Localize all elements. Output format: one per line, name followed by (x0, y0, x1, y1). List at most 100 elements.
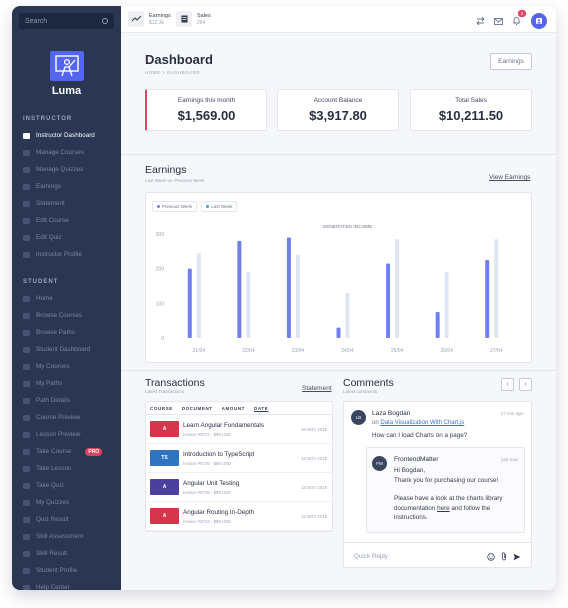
course-link[interactable]: Data Visualization With Chart.js (380, 420, 464, 426)
course-title[interactable]: Learn Angular Fundamentals (183, 422, 264, 429)
table-row[interactable]: A Angular Unit Testing Invoice #8735 - $89… (146, 473, 332, 502)
user-avatar[interactable] (531, 13, 547, 29)
notifications-button[interactable]: 2 (512, 10, 526, 30)
course-thumbnail[interactable]: TS (150, 450, 179, 466)
quick-reply-input[interactable]: Quick Reply (354, 553, 388, 560)
sidebar-item-manage-quizzes[interactable]: Manage Quizzes (12, 161, 121, 178)
sidebar-item-home[interactable]: Home (12, 290, 121, 307)
sidebar-item-my-quizzes[interactable]: My Quizzes (12, 494, 121, 511)
column-header-date[interactable]: DATE (254, 406, 268, 411)
chart-title: GENERATED INCOME (322, 224, 372, 230)
sidebar-item-label: Edit Quiz (36, 234, 62, 241)
commenter-avatar[interactable]: LB (351, 410, 366, 425)
sidebar-item-lesson-preview[interactable]: Lesson Preview (12, 426, 121, 443)
brand-name: Luma (51, 85, 82, 97)
course-thumbnail[interactable]: A (150, 421, 179, 437)
help-center-icon (23, 584, 30, 590)
student-section-title: STUDENT (23, 279, 59, 285)
comment-author[interactable]: Laza Bogdan (372, 410, 410, 417)
course-title[interactable]: Angular Unit Testing (183, 480, 239, 487)
comment-time: 27 min ago (500, 411, 523, 416)
sidebar-item-label: Quiz Result (36, 516, 69, 523)
topbar-earnings[interactable]: Earnings $12.3k (128, 11, 171, 27)
sidebar-item-edit-course[interactable]: Edit Course (12, 212, 121, 229)
invoice-info: Invoice #8734 - $89 USD (183, 518, 232, 524)
legend-item[interactable]: Previous Week (152, 201, 198, 212)
bar-last-week (485, 260, 490, 338)
sidebar-item-help-center[interactable]: Help Center (12, 579, 121, 590)
instructor-nav: Instructor Dashboard Manage Courses Manage… (12, 127, 121, 263)
divider (121, 370, 556, 371)
swap-icon[interactable] (476, 12, 485, 30)
reply-box: FM FrontendMatter just now Hi Bogdan, Th… (366, 447, 525, 533)
sidebar-item-my-paths[interactable]: My Paths (12, 375, 121, 392)
comments-next-button[interactable]: › (519, 378, 532, 391)
sidebar-item-instructor-profile[interactable]: Instructor Profile (12, 246, 121, 263)
comment-context: on Data Visualization With Chart.js (372, 420, 464, 426)
course-thumbnail-mark: TS (161, 455, 168, 461)
statement-link[interactable]: Statement (302, 385, 332, 392)
sidebar-item-take-lesson[interactable]: Take Lesson (12, 460, 121, 477)
sidebar-item-label: Instructor Dashboard (36, 132, 95, 139)
reply-author[interactable]: FrontendMatter (394, 456, 438, 463)
mail-icon[interactable] (494, 12, 503, 30)
notification-count-badge: 2 (518, 10, 526, 17)
sidebar-item-label: Manage Courses (36, 149, 84, 156)
breadcrumb[interactable]: HOME > DASHBOARD (145, 70, 200, 75)
my-quizzes-icon (23, 499, 30, 506)
reply-avatar[interactable]: FM (372, 456, 387, 471)
sidebar-item-statement[interactable]: Statement (12, 195, 121, 212)
bar-previous-week (345, 292, 350, 338)
bar-last-week (286, 237, 291, 338)
bell-icon (513, 17, 520, 25)
sidebar-item-label: My Courses (36, 363, 70, 370)
course-thumbnail[interactable]: A (150, 508, 179, 524)
legend-item[interactable]: Last Week (201, 201, 238, 212)
attach-icon[interactable] (501, 552, 507, 561)
bar-last-week (237, 240, 242, 338)
search-input[interactable]: Search (25, 18, 102, 25)
sidebar-item-path-details[interactable]: Path Details (12, 392, 121, 409)
sidebar-item-take-quiz[interactable]: Take Quiz (12, 477, 121, 494)
sidebar-item-edit-quiz[interactable]: Edit Quiz (12, 229, 121, 246)
topbar-sales[interactable]: Sales 264 (176, 11, 211, 27)
comments-prev-button[interactable]: ‹ (501, 378, 514, 391)
column-header-amount[interactable]: AMOUNT (222, 406, 245, 411)
earnings-button[interactable]: Earnings (490, 53, 532, 70)
view-earnings-link[interactable]: View Earnings (489, 174, 530, 181)
sidebar-item-student-profile[interactable]: Student Profile (12, 562, 121, 579)
x-tick-label: 26/04 (440, 348, 453, 354)
comment-text: How can I load Charts on a page? (372, 432, 468, 439)
sidebar-item-quiz-result[interactable]: Quiz Result (12, 511, 121, 528)
sidebar-item-student-dashboard[interactable]: Student Dashboard (12, 341, 121, 358)
sidebar-item-browse-courses[interactable]: Browse Courses (12, 307, 121, 324)
sidebar-item-manage-courses[interactable]: Manage Courses (12, 144, 121, 161)
course-info: Angular Unit Testing Invoice #8735 - $89 … (183, 480, 239, 495)
sidebar-item-my-courses[interactable]: My Courses (12, 358, 121, 375)
bar-previous-week (196, 253, 201, 338)
sidebar-item-instructor-dashboard[interactable]: Instructor Dashboard (12, 127, 121, 144)
sidebar-search[interactable]: Search (19, 13, 114, 29)
course-thumbnail[interactable]: A (150, 479, 179, 495)
docs-link[interactable]: here (437, 505, 450, 512)
table-row[interactable]: TS Introduction to TypeScript Invoice #873… (146, 444, 332, 473)
sidebar-item-browse-paths[interactable]: Browse Paths (12, 324, 121, 341)
course-title[interactable]: Angular Routing In-Depth (183, 509, 254, 516)
send-icon[interactable] (513, 553, 521, 561)
legend-dot (157, 205, 160, 208)
table-row[interactable]: A Learn Angular Fundamentals Invoice #8737… (146, 415, 332, 444)
sidebar-item-skill-assessment[interactable]: Skill Assessment (12, 528, 121, 545)
brand[interactable]: Luma (12, 51, 121, 97)
column-header-document[interactable]: DOCUMENT (182, 406, 213, 411)
sidebar-item-take-course[interactable]: Take Course PRO (12, 443, 121, 460)
sidebar-item-earnings[interactable]: Earnings (12, 178, 121, 195)
sidebar-item-course-preview[interactable]: Course Preview (12, 409, 121, 426)
manage-quizzes-icon (23, 166, 30, 173)
course-title[interactable]: Introduction to TypeScript (183, 451, 254, 458)
table-row[interactable]: A Angular Routing In-Depth Invoice #8734 -… (146, 502, 332, 531)
bar-last-week (435, 312, 440, 338)
search-icon[interactable] (102, 18, 108, 24)
sidebar-item-skill-result[interactable]: Skill Result (12, 545, 121, 562)
column-header-course[interactable]: COURSE (150, 406, 173, 411)
emoji-icon[interactable] (487, 553, 495, 561)
